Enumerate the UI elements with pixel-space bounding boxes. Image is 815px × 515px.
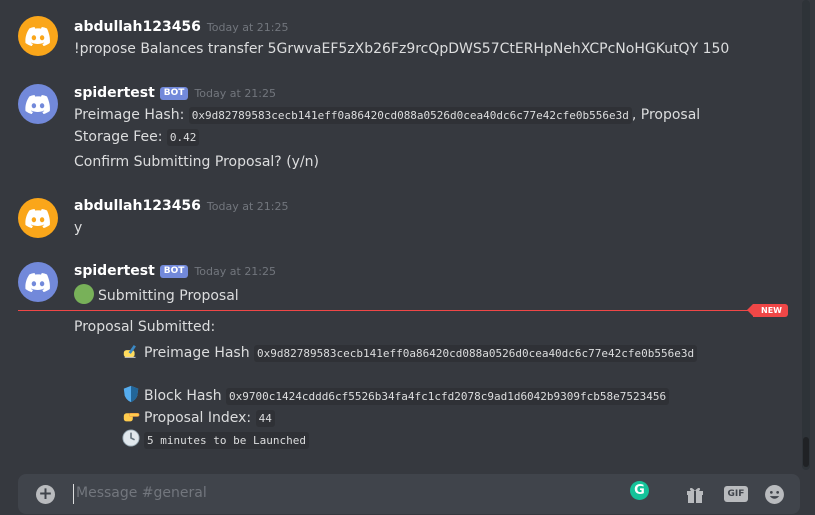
- bot-badge: BOT: [159, 87, 189, 100]
- discord-logo-icon: [25, 27, 50, 46]
- shield-icon: [123, 385, 139, 403]
- discord-logo-icon: [25, 209, 50, 228]
- gif-button[interactable]: GIF: [724, 486, 748, 502]
- upload-plus-button[interactable]: +: [36, 485, 55, 504]
- avatar[interactable]: [18, 262, 58, 302]
- preimage-result-line: Preimage Hash 0x9d82789583cecb141eff0a86…: [122, 342, 698, 362]
- gift-icon[interactable]: [685, 484, 705, 504]
- pointing-right-icon: [123, 413, 140, 422]
- avatar[interactable]: [18, 198, 58, 238]
- new-messages-badge: NEW: [747, 304, 788, 317]
- message-composer: + Message #general G GIF: [18, 474, 800, 514]
- message-author[interactable]: abdullah123456 Today at 21:25: [74, 198, 288, 214]
- message-text: !propose Balances transfer 5GrwvaEF5zXb2…: [74, 41, 730, 57]
- message-list: abdullah123456 Today at 21:25 !propose Ba…: [0, 0, 802, 470]
- scrollbar-thumb[interactable]: [803, 437, 809, 467]
- submitting-line: Submitting Proposal: [74, 284, 239, 304]
- block-hash-line: Block Hash 0x9700c1424cddd6cf5526b34fa4f…: [122, 385, 670, 405]
- preimage-line: Preimage Hash: 0x9d82789583cecb141eff0a8…: [74, 107, 701, 124]
- message-timestamp: Today at 21:25: [206, 200, 289, 213]
- proposal-suffix: , Proposal: [631, 107, 701, 123]
- message-author[interactable]: spidertest BOT Today at 21:25: [74, 85, 276, 101]
- emoji-picker-icon[interactable]: [764, 484, 785, 505]
- message-author[interactable]: abdullah123456 Today at 21:25: [74, 19, 288, 35]
- grammarly-icon[interactable]: G: [630, 481, 649, 500]
- submitting-text: Submitting Proposal: [98, 288, 239, 304]
- bot-badge: BOT: [159, 265, 189, 278]
- scrollbar-track[interactable]: [802, 0, 810, 470]
- author-name[interactable]: abdullah123456: [74, 198, 201, 214]
- text-cursor: [73, 484, 74, 504]
- author-name[interactable]: spidertest: [74, 263, 155, 279]
- preimage-result-label: Preimage Hash: [144, 345, 250, 361]
- storage-fee-value: 0.42: [166, 129, 200, 146]
- message-input[interactable]: Message #general: [76, 485, 207, 501]
- launch-time-value: 5 minutes to be Launched: [144, 432, 309, 449]
- proposal-index-value: 44: [255, 410, 275, 427]
- block-hash-label: Block Hash: [144, 388, 222, 404]
- discord-logo-icon: [25, 95, 50, 114]
- author-name[interactable]: spidertest: [74, 85, 155, 101]
- message-timestamp: Today at 21:25: [194, 265, 277, 278]
- clock-icon: [122, 429, 140, 447]
- preimage-label: Preimage Hash:: [74, 107, 185, 123]
- proposal-index-label: Proposal Index:: [144, 410, 252, 426]
- message-timestamp: Today at 21:25: [206, 21, 289, 34]
- submitted-heading: Proposal Submitted:: [74, 319, 216, 335]
- launch-time-line: 5 minutes to be Launched: [122, 429, 309, 449]
- preimage-result-hash: 0x9d82789583cecb141eff0a86420cd088a0526d…: [254, 345, 698, 362]
- avatar[interactable]: [18, 84, 58, 124]
- writing-hand-icon: [123, 344, 136, 358]
- author-name[interactable]: abdullah123456: [74, 19, 201, 35]
- storage-fee-label: Storage Fee:: [74, 129, 163, 145]
- avatar[interactable]: [18, 16, 58, 56]
- new-messages-divider: [18, 310, 762, 311]
- confirm-prompt: Confirm Submitting Proposal? (y/n): [74, 154, 319, 170]
- storage-fee-line: Storage Fee: 0.42: [74, 129, 200, 146]
- green-circle-icon: [74, 284, 94, 304]
- preimage-hash: 0x9d82789583cecb141eff0a86420cd088a0526d…: [188, 107, 632, 124]
- message-author[interactable]: spidertest BOT Today at 21:25: [74, 263, 276, 279]
- message-timestamp: Today at 21:25: [194, 87, 277, 100]
- message-text: y: [74, 220, 83, 236]
- proposal-index-line: Proposal Index: 44: [122, 407, 275, 427]
- discord-logo-icon: [25, 273, 50, 292]
- block-hash-value: 0x9700c1424cddd6cf5526b34fa4fc1cfd2078c9…: [226, 388, 670, 405]
